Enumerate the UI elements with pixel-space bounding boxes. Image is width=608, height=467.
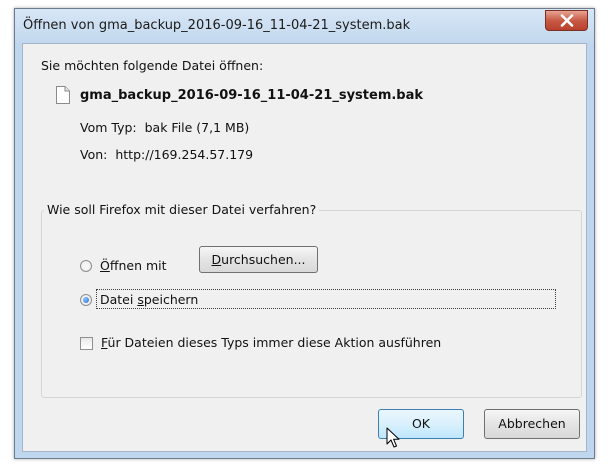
file-type-label: Vom Typ: [80,120,137,135]
save-file-label[interactable]: Datei speichern [100,292,198,307]
save-file-prefix: Datei [100,292,138,307]
file-type-row: Vom Typ: bak File (7,1 MB) [80,120,249,135]
dialog-window: Öffnen von gma_backup_2016-09-16_11-04-2… [14,8,595,459]
file-type-value: bak File (7,1 MB) [144,120,250,135]
open-with-label[interactable]: Öffnen mit [100,258,167,273]
document-icon [56,86,70,104]
dialog-body: Sie möchten folgende Datei öffnen: gma_b… [22,43,587,452]
close-button[interactable] [545,10,588,31]
always-action-label-text: ür Dateien dieses Typs immer diese Aktio… [107,335,442,350]
save-file-radio[interactable] [80,294,92,306]
browse-button[interactable]: Durchsuchen... [199,246,318,273]
title-bar: Öffnen von gma_backup_2016-09-16_11-04-2… [15,9,594,43]
browse-mnemonic: D [211,252,222,267]
mouse-pointer-icon [386,427,400,448]
file-source-value: http://169.254.57.179 [115,147,254,162]
browse-label: urchsuchen... [221,252,306,267]
action-group-legend: Wie soll Firefox mit dieser Datei verfah… [44,202,320,217]
save-file-label-text: peichern [143,292,199,307]
open-with-mnemonic: Ö [100,258,110,273]
file-source-label: Von: [80,147,108,162]
cancel-button[interactable]: Abbrechen [484,409,580,439]
close-x-icon [560,14,574,27]
open-prompt: Sie möchten folgende Datei öffnen: [41,58,264,73]
window-title: Öffnen von gma_backup_2016-09-16_11-04-2… [23,18,411,33]
open-with-label-text: ffnen mit [109,258,167,273]
always-action-checkbox[interactable] [80,337,93,350]
open-with-radio[interactable] [80,260,92,272]
always-action-label[interactable]: Für Dateien dieses Typs immer diese Akti… [101,335,441,350]
file-source-row: Von: http://169.254.57.179 [80,147,253,162]
file-name: gma_backup_2016-09-16_11-04-21_system.ba… [80,88,424,103]
